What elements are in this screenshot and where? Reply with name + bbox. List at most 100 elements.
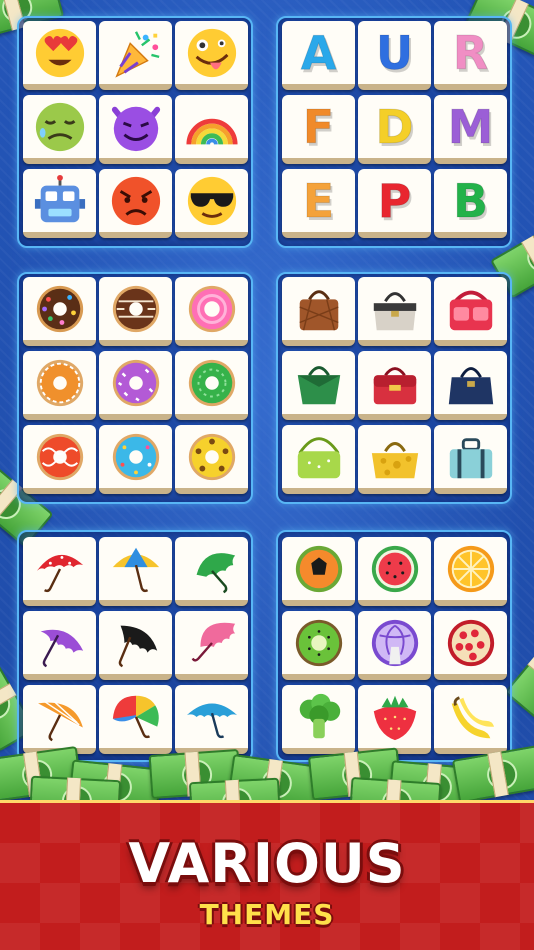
- tile-letter[interactable]: B: [434, 169, 507, 238]
- tile-emoji[interactable]: [175, 21, 248, 90]
- party-popper-icon: [114, 30, 159, 78]
- tile-donut[interactable]: [175, 277, 248, 346]
- crazy-face-icon: [187, 28, 236, 77]
- yellow-spotted-bag-icon: [371, 441, 418, 478]
- black-umbrella-icon: [118, 625, 157, 667]
- chocolate-stripe-donut-icon: [112, 285, 159, 332]
- banner-subtitle: THEMES: [199, 898, 335, 931]
- tile-umbrella[interactable]: [175, 537, 248, 606]
- sprinkle-chocolate-donut-icon: [36, 285, 83, 332]
- orange-glaze-donut-icon: [36, 359, 83, 406]
- tile-donut[interactable]: [23, 351, 96, 420]
- tile-umbrella[interactable]: [99, 685, 172, 754]
- green-donut-icon: [188, 359, 235, 406]
- tile-fruit[interactable]: [434, 611, 507, 680]
- tile-letter[interactable]: M: [434, 95, 507, 164]
- gray-bag-icon: [373, 291, 416, 330]
- tile-emoji[interactable]: [175, 169, 248, 238]
- tile-fruit[interactable]: [282, 611, 355, 680]
- tile-handbag[interactable]: [358, 351, 431, 420]
- tile-fruit[interactable]: [282, 537, 355, 606]
- tile-emoji[interactable]: [175, 95, 248, 164]
- tile-letter[interactable]: E: [282, 169, 355, 238]
- blue-sprinkle-donut-icon: [112, 433, 159, 480]
- pomegranate-icon: [447, 619, 494, 666]
- rainbow-icon: [185, 118, 238, 145]
- red-polka-umbrella-icon: [36, 554, 83, 592]
- tile-donut[interactable]: [99, 351, 172, 420]
- letter-glyph: A: [300, 25, 337, 80]
- tile-umbrella[interactable]: [175, 685, 248, 754]
- tile-fruit[interactable]: [434, 685, 507, 754]
- green-umbrella-icon: [196, 552, 235, 593]
- angry-face-icon: [111, 176, 160, 225]
- robot-icon: [34, 174, 85, 222]
- watermelon-icon: [371, 545, 418, 592]
- tile-handbag[interactable]: [358, 277, 431, 346]
- tile-fruit[interactable]: [358, 685, 431, 754]
- tile-letter[interactable]: F: [282, 95, 355, 164]
- tile-emoji[interactable]: [99, 95, 172, 164]
- strawberry-icon: [373, 695, 416, 740]
- tile-umbrella[interactable]: [23, 685, 96, 754]
- tile-handbag[interactable]: [434, 425, 507, 494]
- tile-donut[interactable]: [23, 277, 96, 346]
- rainbow-umbrella-icon: [112, 695, 159, 738]
- tile-umbrella[interactable]: [23, 537, 96, 606]
- tile-handbag[interactable]: [282, 277, 355, 346]
- purple-cabbage-icon: [371, 619, 418, 666]
- letter-glyph: R: [452, 25, 489, 80]
- tile-fruit[interactable]: [358, 537, 431, 606]
- purple-sprinkle-donut-icon: [112, 359, 159, 406]
- tile-donut[interactable]: [23, 425, 96, 494]
- tile-umbrella[interactable]: [99, 611, 172, 680]
- tile-donut[interactable]: [175, 351, 248, 420]
- broccoli-icon: [299, 693, 340, 738]
- papaya-icon: [295, 545, 342, 592]
- tile-letter[interactable]: A: [282, 21, 355, 90]
- tile-handbag[interactable]: [358, 425, 431, 494]
- tile-letter[interactable]: U: [358, 21, 431, 90]
- tile-fruit[interactable]: [358, 611, 431, 680]
- letter-glyph: U: [375, 25, 414, 80]
- tile-emoji[interactable]: [23, 169, 96, 238]
- red-pink-bag-icon: [449, 290, 492, 330]
- pink-donut-icon: [188, 285, 235, 332]
- tile-handbag[interactable]: [282, 425, 355, 494]
- heart-eyes-face-icon: [35, 28, 84, 77]
- tile-emoji[interactable]: [23, 95, 96, 164]
- letter-glyph: F: [302, 99, 335, 154]
- tile-fruit[interactable]: [434, 537, 507, 606]
- tile-letter[interactable]: D: [358, 95, 431, 164]
- tile-emoji[interactable]: [23, 21, 96, 90]
- tile-letter[interactable]: P: [358, 169, 431, 238]
- purple-umbrella-icon: [40, 629, 83, 667]
- nauseated-face-icon: [35, 102, 84, 151]
- tile-donut[interactable]: [99, 425, 172, 494]
- tile-emoji[interactable]: [99, 21, 172, 90]
- teal-umbrella-icon: [186, 703, 237, 738]
- letter-glyph: M: [447, 99, 494, 154]
- tile-fruit[interactable]: [282, 685, 355, 754]
- tile-handbag[interactable]: [434, 277, 507, 346]
- tile-umbrella[interactable]: [175, 611, 248, 680]
- banana-icon: [451, 695, 494, 738]
- tile-donut[interactable]: [175, 425, 248, 494]
- tile-umbrella[interactable]: [23, 611, 96, 680]
- tile-donut[interactable]: [99, 277, 172, 346]
- red-drizzle-donut-icon: [36, 433, 83, 480]
- navy-handbag-icon: [448, 366, 493, 404]
- letter-glyph: D: [375, 99, 414, 154]
- tile-handbag[interactable]: [282, 351, 355, 420]
- tile-letter[interactable]: R: [434, 21, 507, 90]
- tile-umbrella[interactable]: [99, 537, 172, 606]
- kiwi-icon: [295, 619, 342, 666]
- tile-handbag[interactable]: [434, 351, 507, 420]
- teal-suitcase-bag-icon: [449, 437, 492, 478]
- pink-umbrella-icon: [191, 622, 235, 662]
- sunglasses-face-icon: [187, 176, 236, 225]
- orange-umbrella-icon: [36, 700, 83, 741]
- yellow-flower-donut-icon: [188, 433, 235, 480]
- tile-emoji[interactable]: [99, 169, 172, 238]
- letter-glyph: E: [302, 173, 335, 228]
